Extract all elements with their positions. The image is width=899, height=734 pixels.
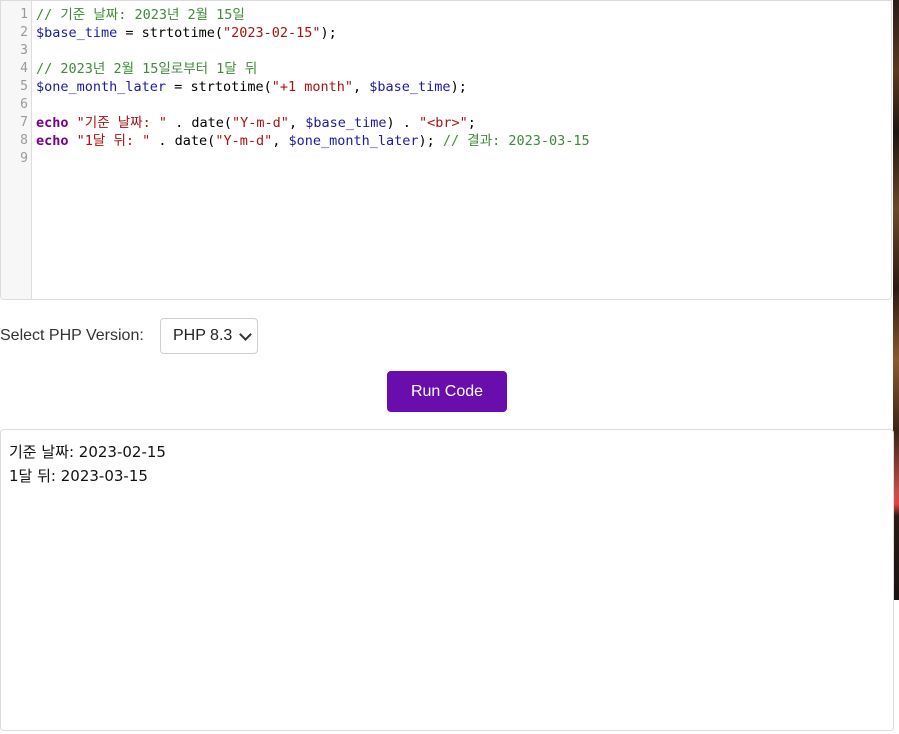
code-token: "+1 month" (271, 79, 354, 95)
output-line: 기준 날짜: 2023-02-15 (9, 443, 166, 461)
line-number: 2 (20, 25, 28, 40)
code-token: "Y-m-d" (215, 133, 273, 149)
code-token: strtotime (141, 25, 215, 41)
line-number: 1 (20, 7, 28, 22)
php-version-select[interactable]: PHP 8.3 (160, 318, 258, 354)
line-number: 6 (20, 97, 28, 112)
line-number: 4 (20, 61, 28, 76)
code-token: strtotime (190, 79, 264, 95)
code-token: . (166, 115, 192, 131)
code-token: $one_month_later (288, 133, 419, 149)
code-token: = (166, 79, 191, 95)
code-token: ); (320, 25, 337, 41)
line-number: 5 (20, 79, 28, 94)
code-token: , (353, 79, 370, 95)
line-numbers: 1 2 3 4 5 6 7 8 9 (1, 6, 28, 168)
code-line: // 기준 날짜: 2023년 2월 15일 (36, 6, 891, 24)
code-token: $base_time (369, 79, 451, 95)
code-line: echo "1달 뒤: " . date("Y-m-d", $one_month… (36, 132, 891, 150)
code-token: // 결과: 2023-03-15 (442, 133, 590, 149)
code-token: ) . (386, 115, 419, 131)
code-editor[interactable]: 123456789 // 기준 날짜: 2023년 2월 15일 $base_ti… (0, 0, 892, 300)
line-number: 3 (20, 43, 28, 58)
code-line: echo "기준 날짜: " . date("Y-m-d", $base_tim… (36, 114, 891, 132)
line-number: 9 (20, 151, 28, 166)
code-token: date (191, 115, 224, 131)
code-token: date (174, 133, 208, 149)
code-token: ( (263, 79, 272, 95)
code-token: ( (214, 25, 223, 41)
line-number: 7 (20, 115, 28, 130)
code-token: . (150, 133, 175, 149)
code-token: = (117, 25, 142, 41)
output-panel: 기준 날짜: 2023-02-15 1달 뒤: 2023-03-15 (0, 429, 894, 731)
code-token: echo (36, 115, 69, 131)
code-token: echo (36, 133, 69, 149)
code-token: "<br>" (419, 115, 468, 131)
code-token: "기준 날짜: " (76, 115, 167, 131)
code-token: ( (223, 115, 233, 131)
code-token: "Y-m-d" (232, 115, 289, 131)
code-token: , (288, 115, 306, 131)
code-token: // 기준 날짜: 2023년 2월 15일 (36, 7, 245, 23)
chevron-down-icon (239, 328, 252, 341)
line-number-gutter: 1 2 3 4 5 6 7 8 9 (1, 1, 32, 299)
code-token: ); (418, 133, 443, 149)
code-token: // 2023년 2월 15일로부터 1달 뒤 (36, 61, 258, 77)
code-token: $base_time (36, 25, 118, 41)
code-token: "1달 뒤: " (76, 133, 151, 149)
code-text[interactable]: // 기준 날짜: 2023년 2월 15일 $base_time = strto… (36, 6, 891, 168)
run-code-button[interactable]: Run Code (387, 371, 507, 412)
code-token: $base_time (305, 115, 387, 131)
code-token: $one_month_later (36, 79, 167, 95)
code-line: $one_month_later = strtotime("+1 month",… (36, 78, 891, 96)
output-line: 1달 뒤: 2023-03-15 (9, 467, 148, 485)
code-token: "2023-02-15" (222, 25, 321, 41)
code-line: // 2023년 2월 15일로부터 1달 뒤 (36, 60, 891, 78)
code-line: $base_time = strtotime("2023-02-15"); (36, 24, 891, 42)
code-token: ); (450, 79, 467, 95)
line-number: 8 (20, 133, 28, 148)
code-token: ; (467, 115, 476, 131)
code-token: , (272, 133, 289, 149)
php-version-label: Select PHP Version: (0, 327, 144, 344)
php-version-selected: PHP 8.3 (173, 327, 233, 344)
